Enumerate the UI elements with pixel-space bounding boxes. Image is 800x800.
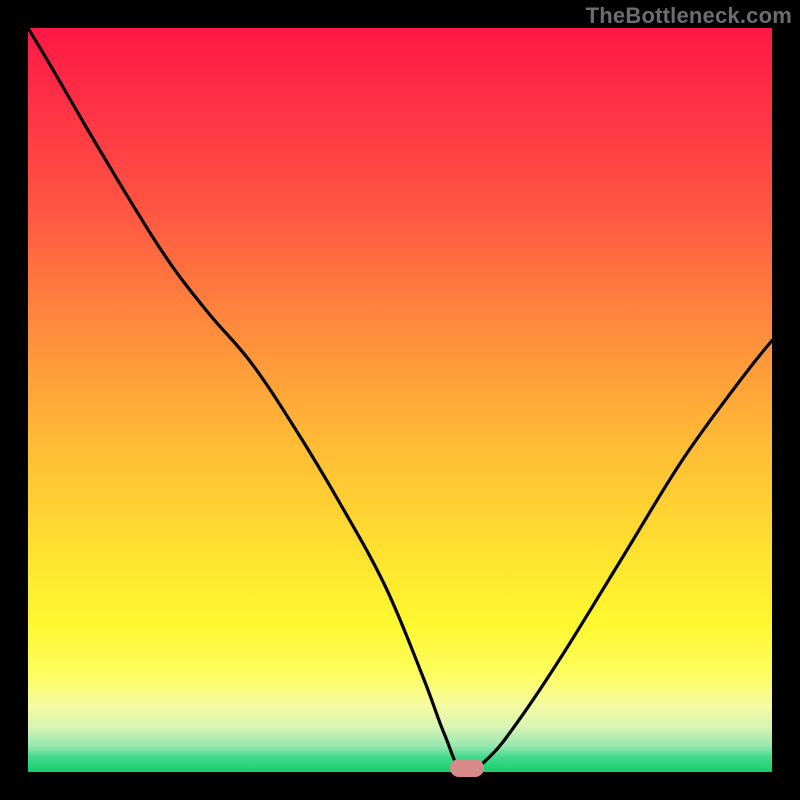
plot-area: [28, 28, 772, 772]
optimal-marker: [450, 759, 484, 777]
chart-frame: TheBottleneck.com: [0, 0, 800, 800]
watermark-text: TheBottleneck.com: [586, 3, 792, 29]
bottleneck-curve: [28, 28, 772, 772]
